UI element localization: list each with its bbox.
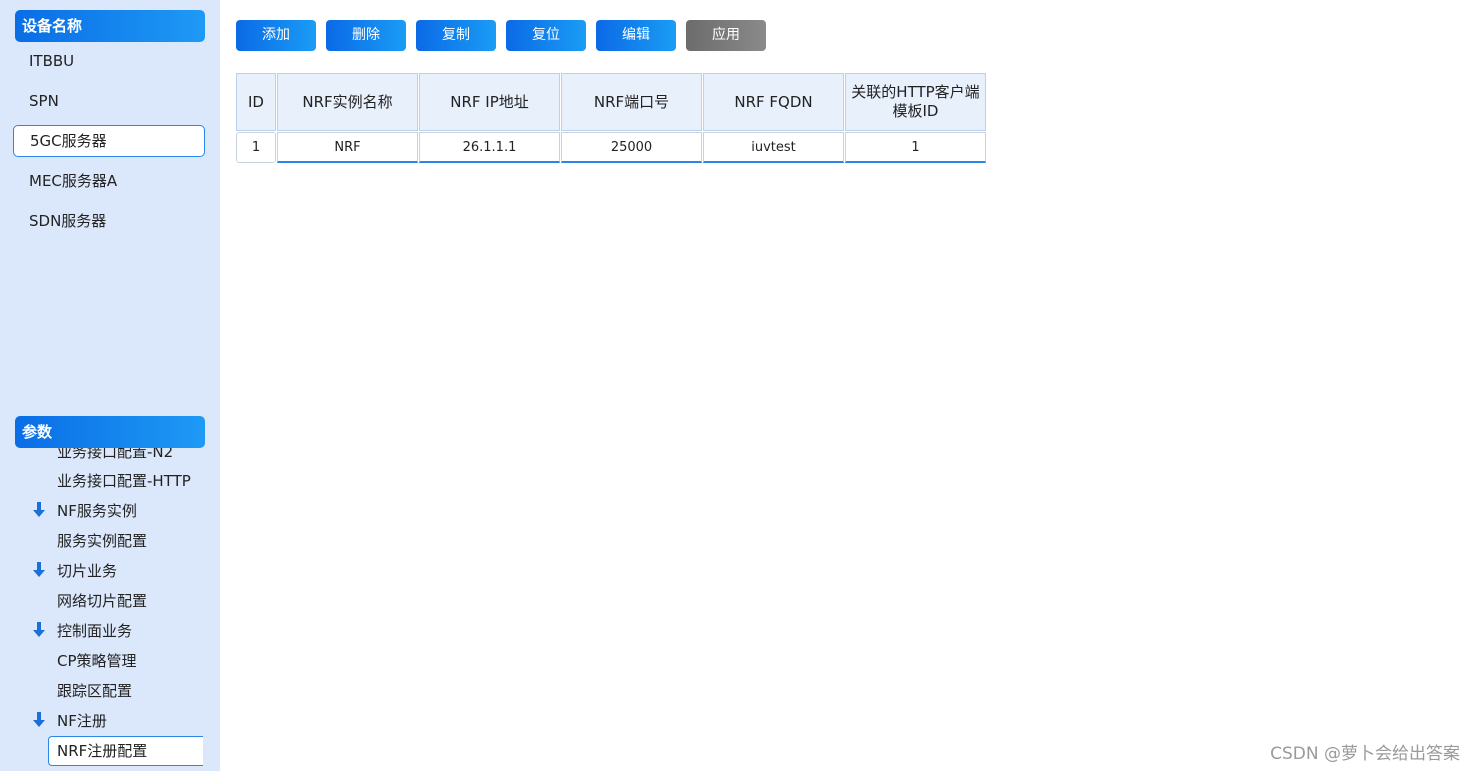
param-tree: 业务接口配置-N2 业务接口配置-HTTP NF服务实例 服务实例配置 切片业务… — [0, 448, 220, 771]
edit-button[interactable]: 编辑 — [596, 20, 676, 51]
cell-id: 1 — [236, 132, 276, 163]
param-item-http-config[interactable]: 业务接口配置-HTTP — [57, 466, 191, 496]
table-header-row: ID NRF实例名称 NRF IP地址 NRF端口号 NRF FQDN 关联的H… — [236, 73, 986, 131]
param-item-n2-config[interactable]: 业务接口配置-N2 — [57, 448, 173, 467]
param-group-label: NF服务实例 — [57, 502, 137, 520]
device-item-5gc-server[interactable]: 5GC服务器 — [13, 125, 205, 157]
param-item-service-instance-config[interactable]: 服务实例配置 — [57, 526, 147, 556]
param-item-nrf-registration-config[interactable]: NRF注册配置 — [48, 736, 203, 766]
param-group-label: 控制面业务 — [57, 622, 133, 640]
column-header-nrf-instance-name: NRF实例名称 — [277, 73, 418, 131]
param-group-control-plane[interactable]: 控制面业务 — [32, 616, 132, 646]
device-item-itbbu[interactable]: ITBBU — [13, 45, 205, 77]
watermark: CSDN @萝卜会给出答案 — [1270, 744, 1460, 764]
param-item-network-slice-config[interactable]: 网络切片配置 — [57, 586, 147, 616]
column-header-id: ID — [236, 73, 276, 131]
param-item-tracking-area-config[interactable]: 跟踪区配置 — [57, 676, 132, 706]
reset-button[interactable]: 复位 — [506, 20, 586, 51]
arrow-down-icon — [33, 712, 45, 727]
apply-button[interactable]: 应用 — [686, 20, 766, 51]
param-group-label: NF注册 — [57, 712, 107, 730]
device-item-mec-server-a[interactable]: MEC服务器A — [13, 165, 205, 197]
column-header-nrf-port: NRF端口号 — [561, 73, 702, 131]
param-group-nf-service-instance[interactable]: NF服务实例 — [32, 496, 137, 526]
param-group-slice-service[interactable]: 切片业务 — [32, 556, 117, 586]
cell-http-client-template-id[interactable]: 1 — [845, 132, 986, 163]
delete-button[interactable]: 删除 — [326, 20, 406, 51]
param-panel-header: 参数 — [15, 416, 205, 448]
cell-nrf-ip[interactable]: 26.1.1.1 — [419, 132, 560, 163]
copy-button[interactable]: 复制 — [416, 20, 496, 51]
add-button[interactable]: 添加 — [236, 20, 316, 51]
param-group-nf-registration[interactable]: NF注册 — [32, 706, 107, 736]
column-header-http-client-template-id: 关联的HTTP客户端模板ID — [845, 73, 986, 131]
device-item-spn[interactable]: SPN — [13, 85, 205, 117]
device-panel-header: 设备名称 — [15, 10, 205, 42]
arrow-down-icon — [33, 502, 45, 517]
cell-nrf-instance-name[interactable]: NRF — [277, 132, 418, 163]
table-row[interactable]: 1 NRF 26.1.1.1 25000 iuvtest 1 — [236, 132, 986, 163]
column-header-nrf-ip: NRF IP地址 — [419, 73, 560, 131]
cell-nrf-fqdn[interactable]: iuvtest — [703, 132, 844, 163]
device-item-sdn-server[interactable]: SDN服务器 — [13, 205, 205, 237]
column-header-nrf-fqdn: NRF FQDN — [703, 73, 844, 131]
param-item-cp-policy[interactable]: CP策略管理 — [57, 646, 137, 676]
arrow-down-icon — [33, 622, 45, 637]
nrf-config-table: ID NRF实例名称 NRF IP地址 NRF端口号 NRF FQDN 关联的H… — [235, 72, 987, 164]
cell-nrf-port[interactable]: 25000 — [561, 132, 702, 163]
sidebar: 设备名称 ITBBU SPN 5GC服务器 MEC服务器A SDN服务器 参数 … — [0, 0, 220, 771]
param-group-label: 切片业务 — [57, 562, 118, 580]
arrow-down-icon — [33, 562, 45, 577]
